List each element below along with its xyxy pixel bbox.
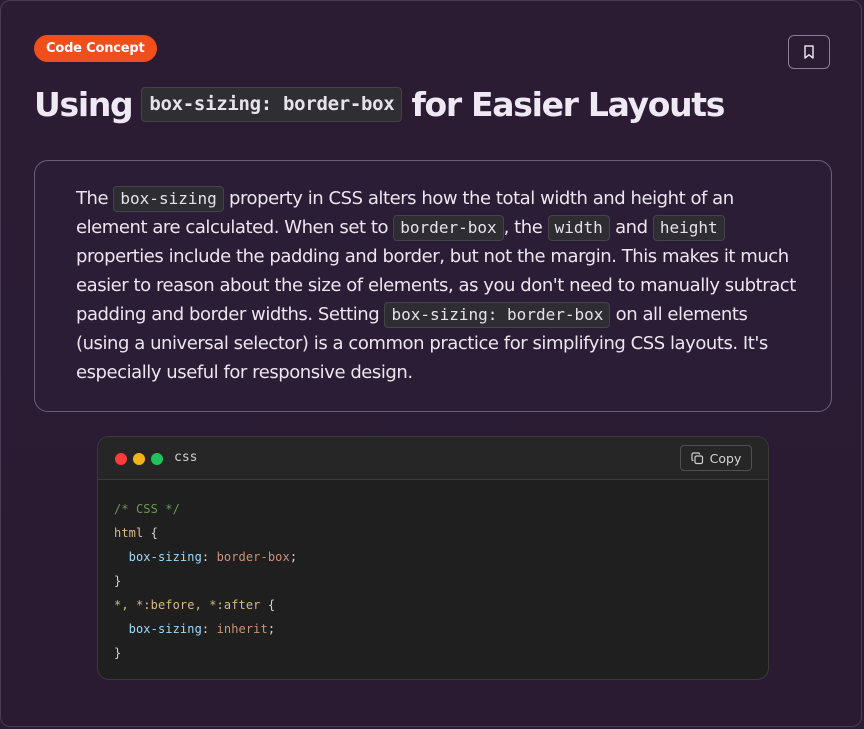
- code-punctuation: ;: [267, 622, 276, 636]
- inline-code: width: [547, 215, 610, 241]
- code-language-label: css: [174, 450, 198, 465]
- code-selector: *, *:before, *:after: [114, 598, 261, 612]
- code-punctuation: ;: [289, 550, 298, 564]
- copy-button[interactable]: Copy: [680, 445, 752, 471]
- code-punctuation: {: [143, 526, 158, 540]
- copy-button-label: Copy: [709, 450, 742, 466]
- code-punctuation: {: [260, 598, 276, 612]
- code-line: html {: [114, 521, 297, 545]
- code-property: box-sizing: [128, 550, 202, 564]
- code-line: box-sizing: inherit;: [114, 617, 297, 641]
- code-line: *, *:before, *:after {: [114, 593, 297, 617]
- code-punctuation: :: [201, 550, 217, 564]
- code-line: box-sizing: border-box;: [114, 545, 297, 569]
- code-selector: html: [114, 526, 144, 540]
- inline-code: height: [652, 215, 725, 241]
- inline-code: box-sizing: [113, 186, 224, 212]
- title-inline-code: box-sizing: border-box: [141, 86, 403, 122]
- inline-code: box-sizing: border-box: [384, 302, 611, 328]
- description-text: The box-sizing property in CSS alters ho…: [76, 184, 798, 387]
- description-segment: , the: [503, 217, 548, 238]
- description-segment: The: [76, 188, 114, 209]
- code-comment: /* CSS */: [114, 502, 180, 516]
- code-value: border-box: [216, 550, 290, 564]
- code-line: /* CSS */: [114, 497, 297, 521]
- category-badge: Code Concept: [34, 35, 157, 62]
- page-title: Using box-sizing: border-box for Easier …: [34, 81, 725, 127]
- window-dot-green: [151, 453, 163, 465]
- copy-icon: [691, 451, 704, 465]
- code-content: /* CSS */ html { box-sizing: border-box;}…: [114, 497, 297, 665]
- code-block: css Copy /* CSS */ html { box-sizing: bor…: [97, 436, 769, 680]
- inline-code: border-box: [393, 215, 504, 241]
- code-punctuation: }: [114, 646, 122, 660]
- code-line: }: [114, 641, 297, 665]
- code-line: }: [114, 569, 297, 593]
- code-block-header: css Copy: [98, 437, 768, 480]
- bookmark-button[interactable]: [788, 35, 830, 69]
- code-concept-card: Code Concept Using box-sizing: border-bo…: [0, 0, 862, 727]
- title-text-before: Using: [34, 84, 134, 124]
- window-dot-yellow: [133, 453, 145, 465]
- code-punctuation: :: [201, 622, 217, 636]
- code-value: inherit: [216, 622, 268, 636]
- description-box: The box-sizing property in CSS alters ho…: [34, 160, 832, 412]
- code-property: box-sizing: [128, 622, 202, 636]
- code-punctuation: }: [114, 574, 122, 588]
- description-segment: and: [609, 217, 653, 238]
- window-dot-red: [115, 453, 127, 465]
- bookmark-icon: [802, 44, 816, 60]
- title-text-after: for Easier Layouts: [411, 84, 725, 124]
